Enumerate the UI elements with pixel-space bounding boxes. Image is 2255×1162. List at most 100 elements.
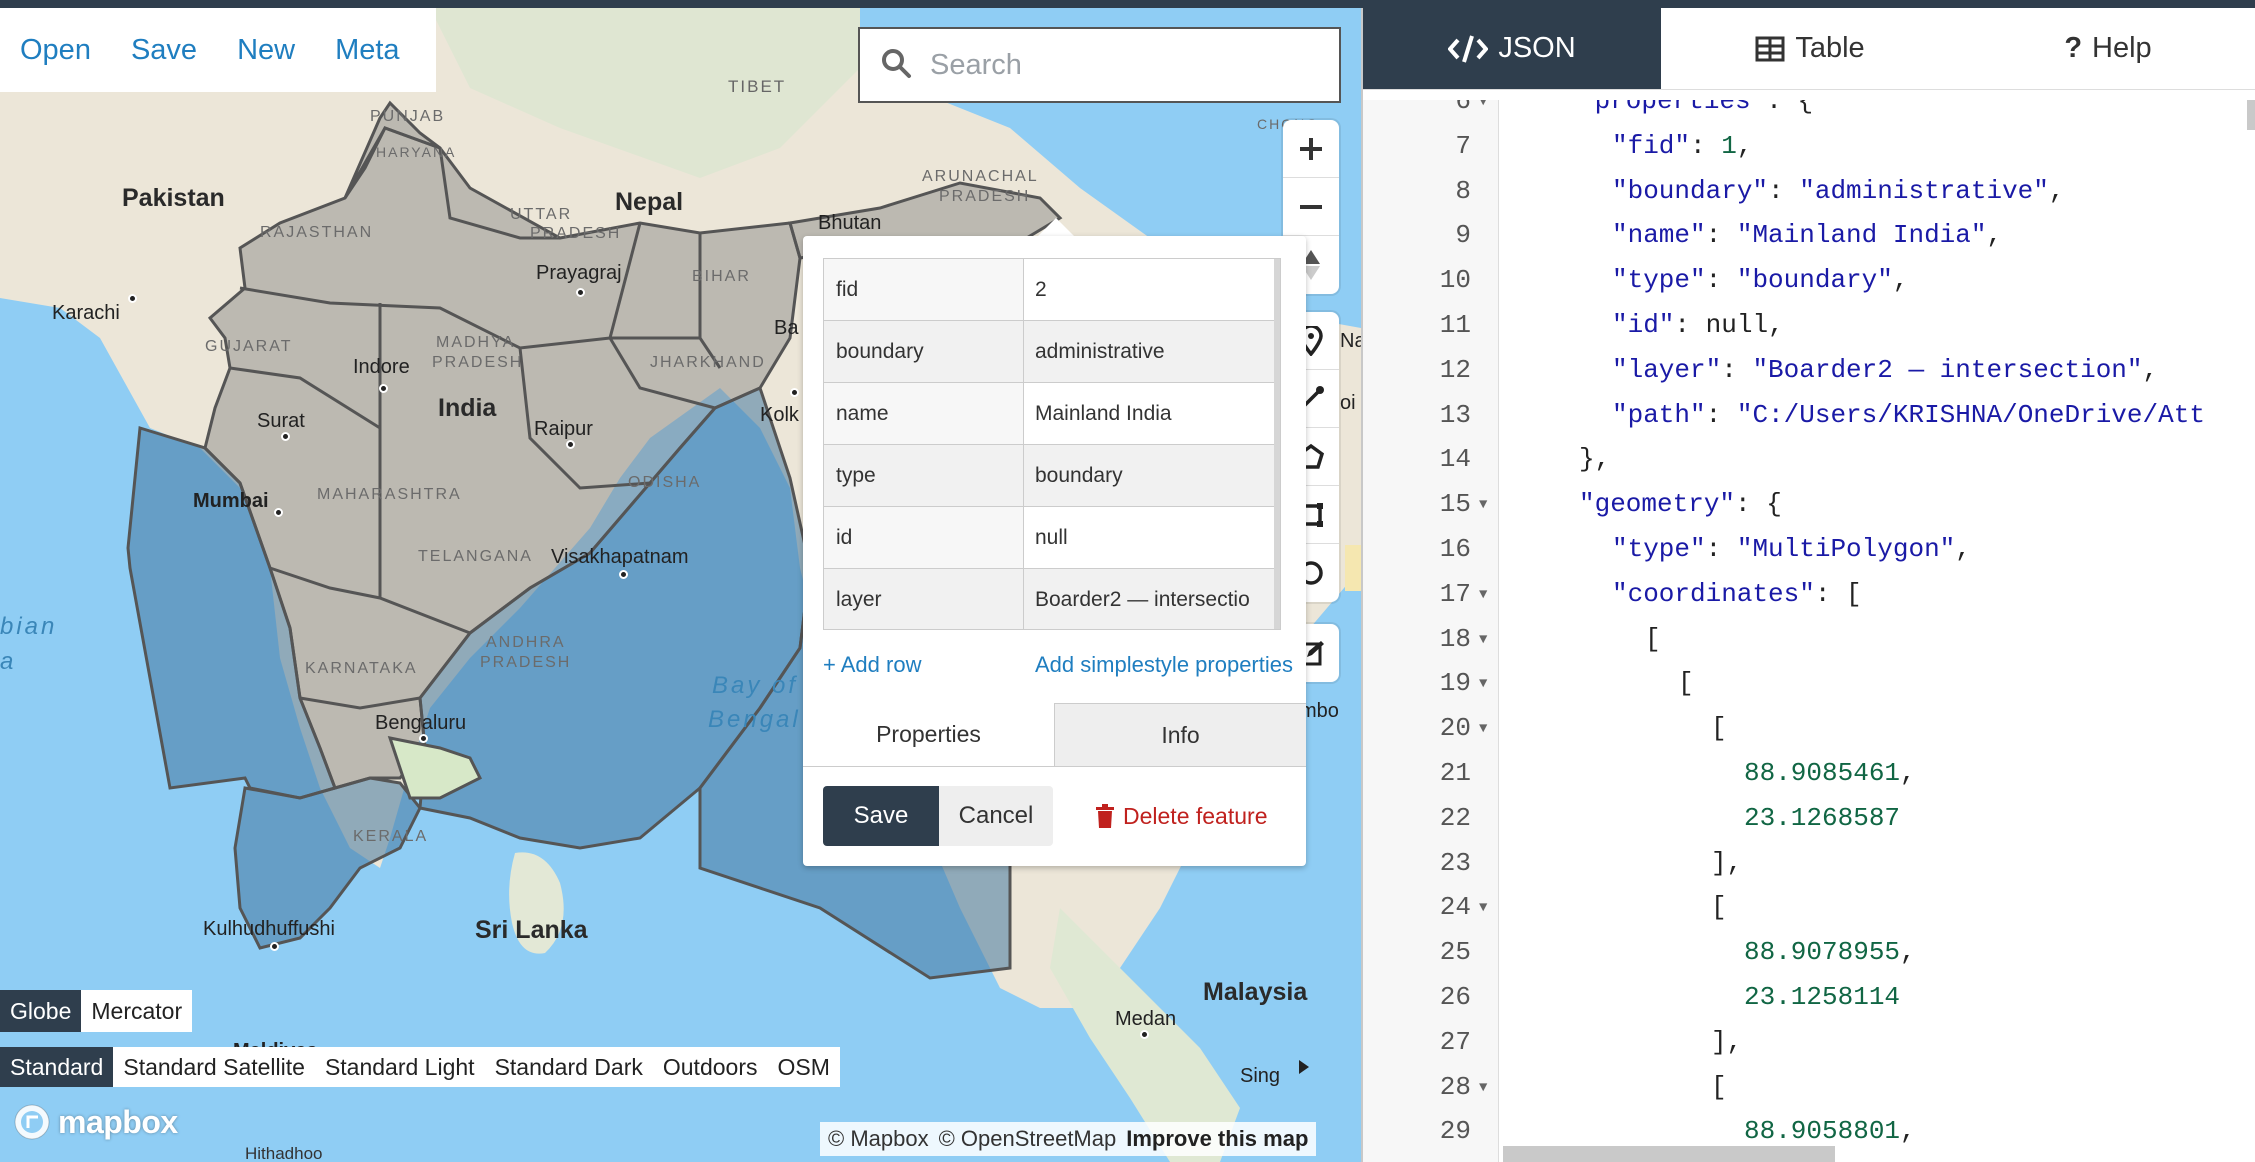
meta-menu[interactable]: Meta [335,34,399,67]
line-number: 14 [1439,444,1471,475]
line-number: 16 [1439,534,1471,564]
label-raipur: Raipur [534,418,593,440]
fold-arrow-icon[interactable]: ▼ [1479,721,1487,737]
attribution-osm[interactable]: © OpenStreetMap [939,1126,1117,1152]
line-number: 10 [1439,265,1471,296]
prop-value[interactable]: null [1024,507,1280,568]
fold-arrow-icon[interactable]: ▼ [1479,100,1487,110]
prop-key[interactable]: boundary [824,321,1024,382]
json-punct: , [1892,265,1909,296]
save-button[interactable]: Save [823,786,939,846]
label-visakhapatnam: Visakhapatnam [551,546,689,568]
tab-table[interactable]: Table [1661,8,1959,89]
prop-key[interactable]: id [824,507,1024,568]
prop-key[interactable]: type [824,445,1024,506]
fold-arrow-icon[interactable]: ▼ [1479,632,1487,648]
json-punct: , [1900,1116,1916,1147]
label-na: Na [1340,330,1361,352]
dot-mumbai [274,508,283,517]
zoom-out-button[interactable] [1283,178,1339,236]
fold-arrow-icon[interactable]: ▼ [1479,587,1487,603]
style-standard-light[interactable]: Standard Light [314,1047,485,1087]
json-punct: }, [1579,444,1611,475]
label-andhra-2: PRADESH [480,654,572,671]
style-standard-satellite[interactable]: Standard Satellite [113,1047,315,1087]
zoom-in-button[interactable] [1283,120,1339,178]
label-tibet: TIBET [728,77,787,96]
label-bay-1: Bay of [712,672,799,699]
json-punct: [ [1645,623,1661,654]
label-jharkhand: JHARKHAND [650,354,766,371]
label-maharashtra: MAHARASHTRA [317,486,462,503]
add-row-link[interactable]: + Add row [823,652,921,678]
line-number: 22 [1439,802,1471,833]
label-haryana: HARYANA [376,144,457,160]
tab-help[interactable]: ? Help [1959,8,2255,89]
line-number: 20 [1439,713,1471,744]
style-standard-dark[interactable]: Standard Dark [484,1047,653,1087]
tab-properties[interactable]: Properties [803,703,1054,766]
fold-arrow-icon[interactable]: ▼ [1479,497,1487,513]
improve-map-link[interactable]: Improve this map [1126,1126,1308,1152]
json-value: "boundary" [1736,265,1893,296]
json-punct: : [ [1814,578,1862,609]
popup-actions: Save Cancel Delete feature [823,786,1267,846]
table-scrollbar[interactable] [1274,259,1280,629]
code-line: [ [1711,713,1727,743]
collapse-arrow-icon[interactable] [1290,1053,1318,1081]
save-menu[interactable]: Save [131,34,197,67]
table-row: fid 2 [824,259,1280,321]
prop-value[interactable]: boundary [1024,445,1280,506]
prop-value[interactable]: 2 [1024,259,1280,320]
line-number: 12 [1439,354,1471,385]
prop-value[interactable]: Mainland India [1024,383,1280,444]
label-oi: oi [1340,392,1356,414]
label-bhutan: Bhutan [818,212,882,234]
attribution-mapbox[interactable]: © Mapbox [828,1126,929,1152]
projection-mercator[interactable]: Mercator [81,990,193,1032]
label-karachi: Karachi [52,302,120,324]
code-line: [ [1711,1072,1727,1102]
prop-key[interactable]: fid [824,259,1024,320]
fold-arrow-icon[interactable]: ▼ [1479,900,1487,916]
label-kerala: KERALA [353,828,429,845]
json-punct: : { [1766,100,1814,116]
vertical-scrollbar[interactable] [2247,100,2255,130]
code-line: "type": "MultiPolygon", [1612,534,1971,564]
mapbox-logo[interactable]: mapbox [12,1102,178,1142]
label-bay-2: Bengal [708,706,801,733]
panel-tabs: JSON Table ? Help [1363,8,2255,90]
fold-arrow-icon[interactable]: ▼ [1479,1080,1487,1096]
json-value: "C:/Users/KRISHNA/OneDrive/Att [1736,399,2205,430]
style-standard[interactable]: Standard [0,1047,114,1087]
label-surat: Surat [257,410,305,432]
new-menu[interactable]: New [237,34,295,67]
label-karnataka: KARNATAKA [305,660,418,677]
style-osm[interactable]: OSM [767,1047,840,1087]
label-india: India [438,394,497,422]
fold-arrow-icon[interactable]: ▼ [1479,676,1487,692]
prop-value[interactable]: Boarder2 — intersectio [1024,569,1280,629]
line-number: 28 [1439,1071,1471,1102]
search-input[interactable] [930,48,1310,82]
label-sing: Sing [1240,1065,1281,1087]
prop-key[interactable]: name [824,383,1024,444]
style-outdoors[interactable]: Outdoors [652,1047,768,1087]
search-box [858,27,1341,103]
prop-key[interactable]: layer [824,569,1024,629]
tab-json[interactable]: JSON [1363,8,1661,89]
json-value: "MultiPolygon" [1736,534,1956,564]
horizontal-scrollbar[interactable] [1503,1146,1835,1162]
prop-value[interactable]: administrative [1024,321,1280,382]
code-line: "coordinates": [ [1612,579,1862,609]
projection-globe[interactable]: Globe [0,990,82,1032]
json-editor[interactable]: 6 ▼ 7 8 9 10 11 12 13 14 15 ▼ 16 17 ▼ 18 ▼ 19 ▼ 20 ▼ 21 22 23 24… [1363,100,2255,1162]
add-simplestyle-link[interactable]: Add simplestyle properties [1035,652,1293,678]
tab-info[interactable]: Info [1054,703,1306,766]
open-menu[interactable]: Open [20,34,91,67]
json-punct: , [1768,310,1784,340]
delete-feature-button[interactable]: Delete feature [1095,803,1267,830]
file-menu: Open Save New Meta [0,8,436,92]
cancel-button[interactable]: Cancel [939,786,1053,846]
label-arunachal-2: PRADESH [939,188,1031,205]
